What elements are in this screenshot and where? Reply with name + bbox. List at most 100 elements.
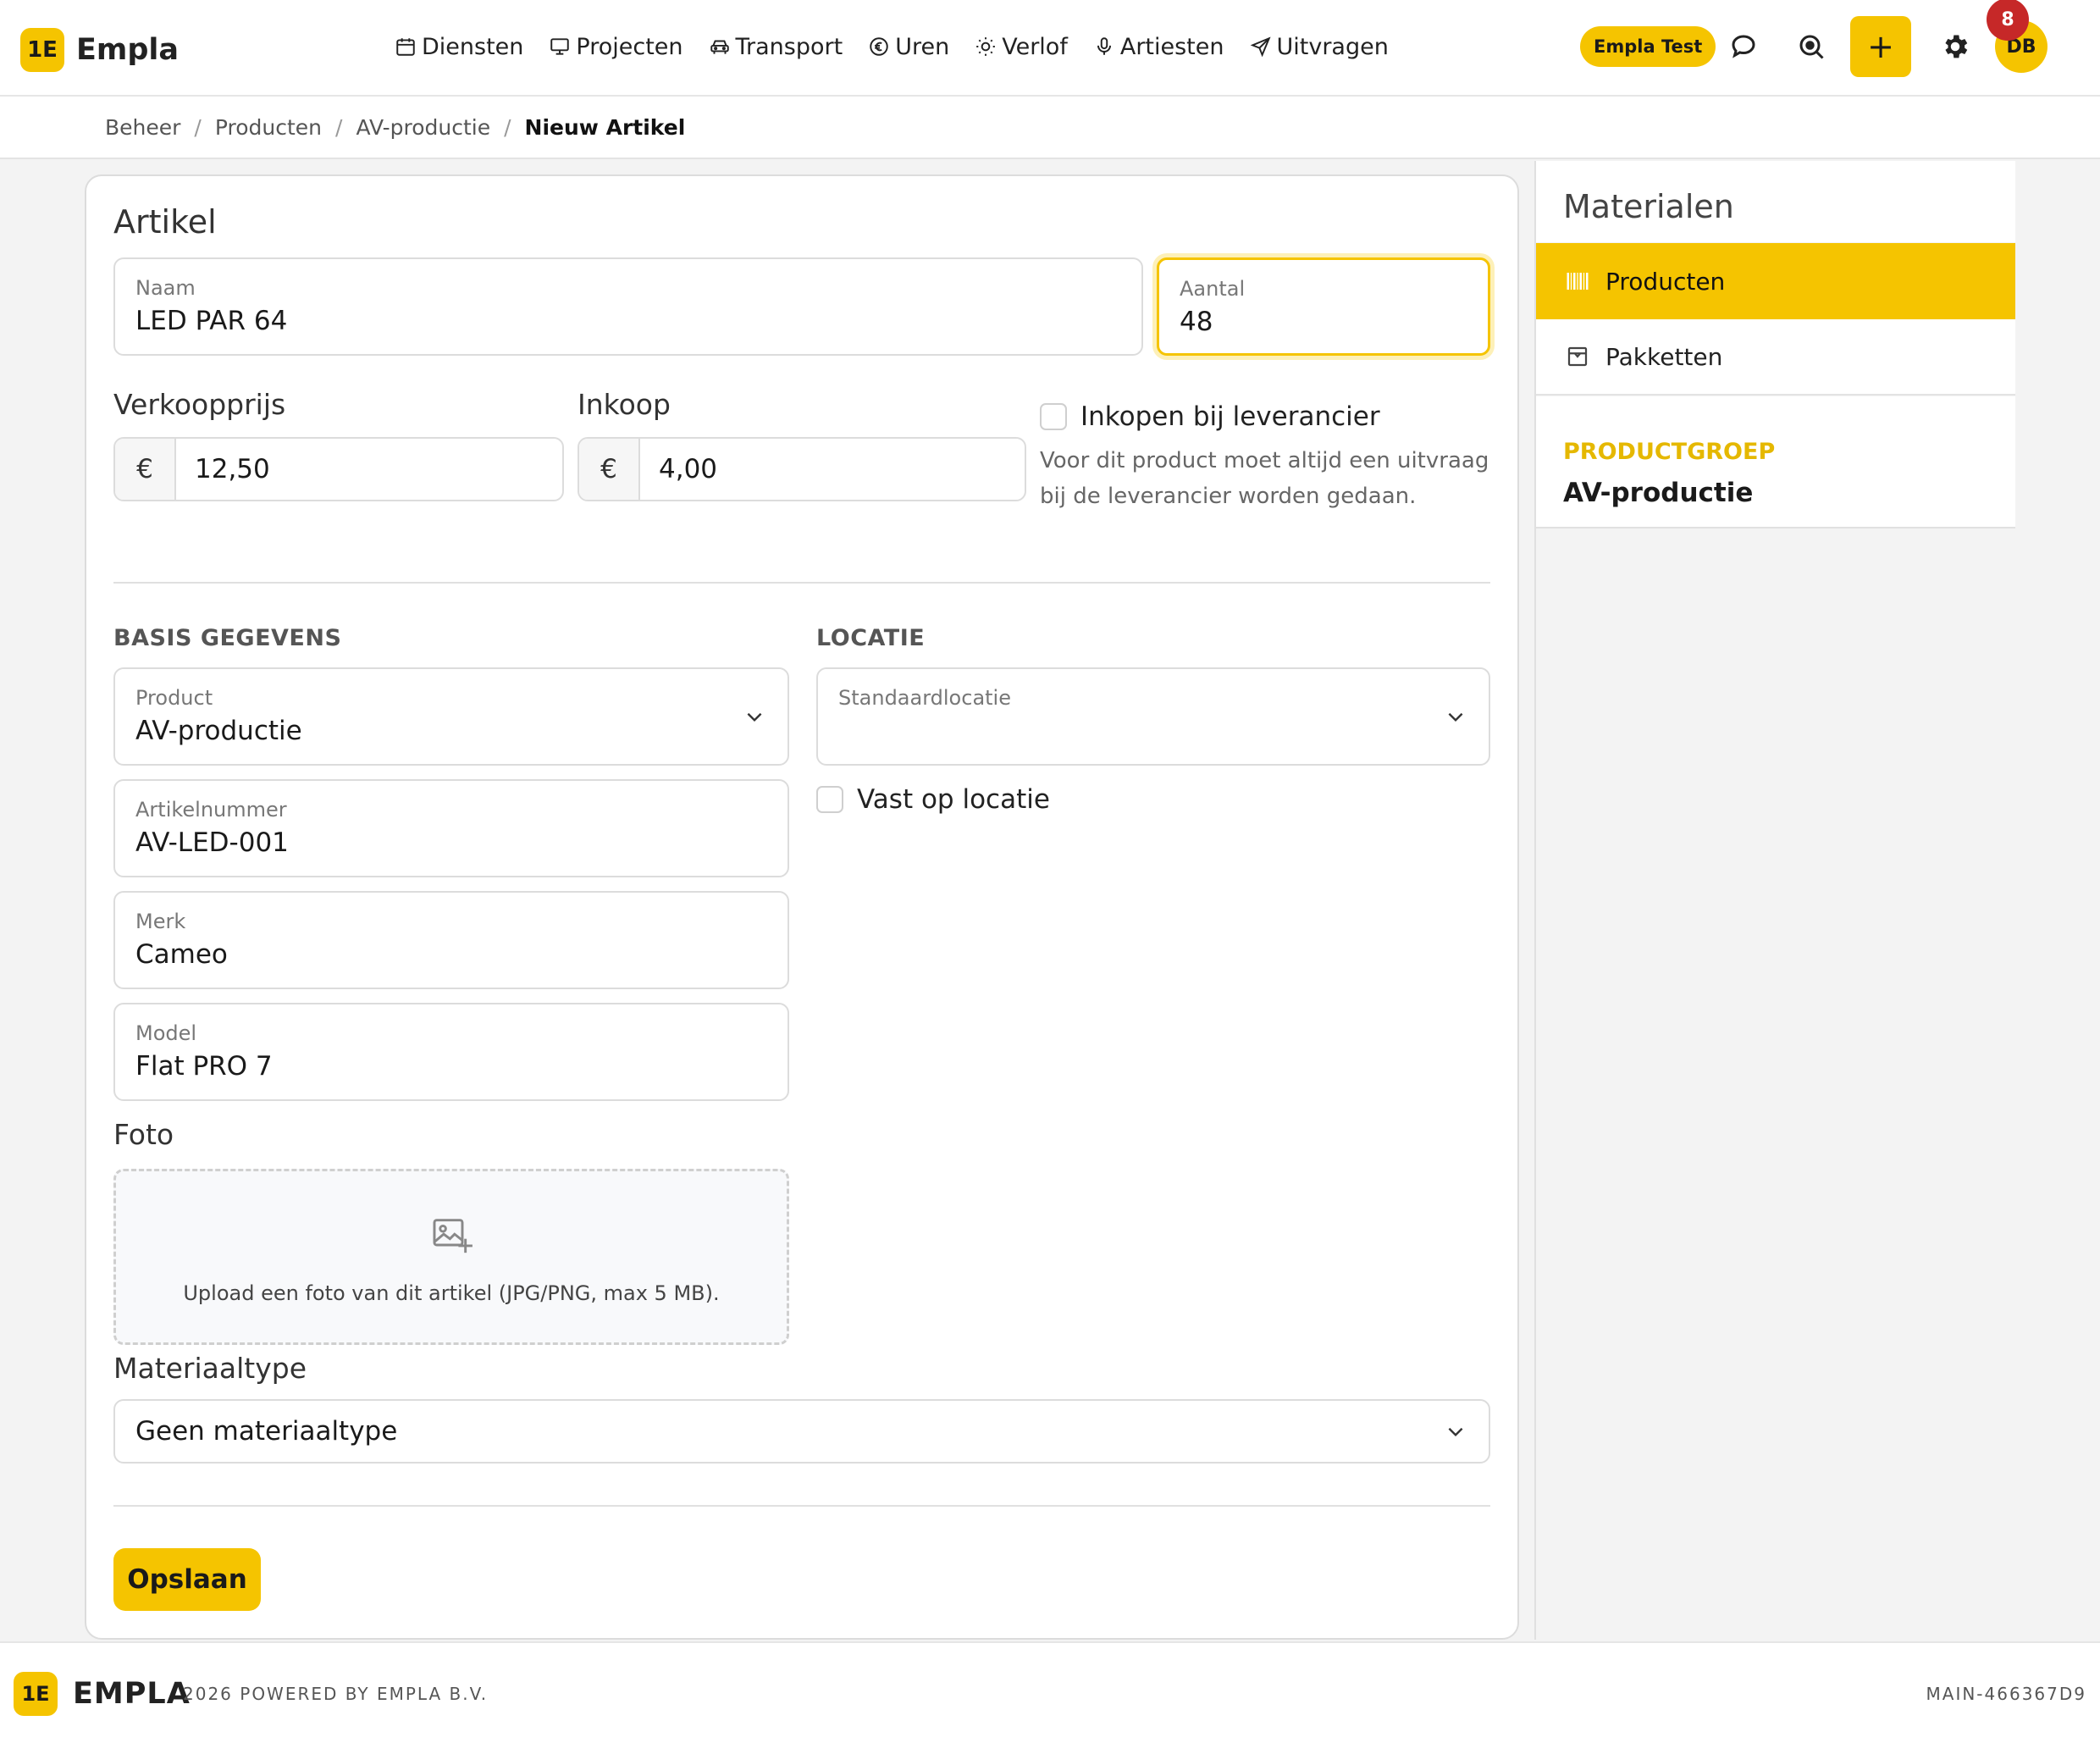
artikelnummer-value: AV-LED-001: [135, 827, 289, 858]
save-button[interactable]: Opslaan: [113, 1548, 261, 1611]
nav-label: Diensten: [422, 33, 524, 60]
model-field[interactable]: Model Flat PRO 7: [113, 1003, 789, 1101]
productgroep-value: AV-productie: [1563, 478, 1754, 508]
chevron-down-icon: [1448, 1427, 1463, 1437]
breadcrumb-separator: /: [194, 115, 202, 140]
search-icon: [1799, 35, 1824, 59]
inkopen-bij-leverancier-checkbox[interactable]: [1040, 403, 1067, 430]
breadcrumb-current: Nieuw Artikel: [524, 115, 686, 140]
nav-item-artiesten[interactable]: Artiesten: [1093, 34, 1224, 60]
footer-logo: 1E EMPLA: [14, 1672, 191, 1716]
sidebar-item-label: Pakketten: [1605, 342, 1723, 371]
logo-badge: 1E: [20, 28, 64, 72]
car-icon: [710, 40, 729, 54]
send-icon: [1250, 36, 1271, 58]
nav-item-diensten[interactable]: Diensten: [395, 34, 523, 60]
vast-op-locatie-checkbox[interactable]: [816, 786, 843, 813]
barcode-icon: [1567, 273, 1589, 290]
nav-item-verlof[interactable]: Verlof: [975, 34, 1068, 60]
breadcrumb-item-producten[interactable]: Producten: [215, 115, 322, 140]
vast-op-locatie-label[interactable]: Vast op locatie: [857, 784, 1050, 815]
add-button[interactable]: +: [1850, 16, 1911, 77]
footer: 1E EMPLA 2026 POWERED BY EMPLA B.V. MAIN…: [0, 1641, 2100, 1754]
inkopen-bij-leverancier-label[interactable]: Inkopen bij leverancier: [1080, 401, 1380, 432]
merk-field[interactable]: Merk Cameo: [113, 891, 789, 989]
sidebar-item-label: Producten: [1605, 267, 1726, 296]
standaardlocatie-select[interactable]: Standaardlocatie: [816, 667, 1490, 766]
nav-label: Transport: [735, 33, 843, 60]
verkoopprijs-input[interactable]: € 12,50: [113, 437, 564, 501]
section-title-artikel: Artikel: [113, 203, 217, 241]
naam-label: Naam: [135, 276, 196, 300]
product-value: AV-productie: [135, 716, 302, 746]
upload-hint: Upload een foto van dit artikel (JPG/PNG…: [183, 1281, 720, 1305]
verkoopprijs-label: Verkoopprijs: [113, 388, 286, 421]
inkopen-help-line-1: Voor dit product moet altijd een uitvraa…: [1040, 448, 1489, 473]
nav-label: Projecten: [576, 33, 683, 60]
monitor-icon: [550, 38, 570, 55]
breadcrumb: Beheer / Producten / AV-productie / Nieu…: [105, 115, 685, 140]
divider: [113, 1505, 1490, 1507]
image-add-icon: [433, 1219, 472, 1253]
inkopen-help-line-2: bij de leverancier worden gedaan.: [1040, 484, 1417, 509]
chat-bubble-icon: [1732, 35, 1755, 58]
sidebar-item-pakketten[interactable]: Pakketten: [1536, 319, 2015, 396]
productgroep-info: PRODUCTGROEP AV-productie: [1536, 396, 2015, 528]
app-logo[interactable]: 1E Empla: [20, 28, 179, 72]
artikelnummer-field[interactable]: Artikelnummer AV-LED-001: [113, 779, 789, 877]
aantal-value: 48: [1180, 307, 1213, 337]
chat-button[interactable]: [1722, 25, 1765, 68]
footer-copyright: 2026 POWERED BY EMPLA B.V.: [183, 1684, 489, 1704]
sun-icon: [976, 37, 996, 56]
currency-prefix: €: [579, 439, 640, 500]
merk-value: Cameo: [135, 939, 228, 970]
artikelnummer-label: Artikelnummer: [135, 798, 287, 822]
merk-label: Merk: [135, 910, 186, 933]
microphone-icon: [1097, 37, 1111, 55]
materiaaltype-select[interactable]: Geen materiaaltype: [113, 1399, 1490, 1464]
aantal-label: Aantal: [1180, 277, 1246, 301]
search-button[interactable]: [1790, 25, 1832, 68]
inkoop-input[interactable]: € 4,00: [578, 437, 1026, 501]
notification-badge[interactable]: 8: [1987, 0, 2029, 41]
nav-item-transport[interactable]: Transport: [709, 34, 843, 60]
nav-label: Uren: [895, 33, 950, 60]
verkoopprijs-value: 12,50: [195, 454, 270, 484]
settings-button[interactable]: [1934, 25, 1976, 68]
main-nav: Diensten Projecten Transport Uren Verlof…: [395, 25, 1414, 68]
materiaaltype-label: Materiaaltype: [113, 1352, 307, 1385]
aantal-field[interactable]: Aantal 48: [1157, 257, 1490, 356]
nav-item-projecten[interactable]: Projecten: [549, 33, 683, 60]
gear-icon: [1945, 35, 1968, 58]
footer-logo-badge: 1E: [14, 1672, 58, 1716]
breadcrumb-item-beheer[interactable]: Beheer: [105, 115, 180, 140]
breadcrumb-separator: /: [335, 115, 343, 140]
photo-upload-dropzone[interactable]: Upload een foto van dit artikel (JPG/PNG…: [113, 1169, 789, 1345]
product-label: Product: [135, 686, 213, 710]
breadcrumb-item-av-productie[interactable]: AV-productie: [356, 115, 490, 140]
naam-value: LED PAR 64: [135, 306, 288, 336]
package-icon: [1567, 346, 1588, 367]
product-select[interactable]: Product AV-productie: [113, 667, 789, 766]
materiaaltype-value: Geen materiaaltype: [135, 1416, 398, 1447]
footer-brand: EMPLA: [73, 1677, 191, 1711]
model-value: Flat PRO 7: [135, 1051, 273, 1082]
chevron-down-icon: [747, 712, 762, 722]
foto-label: Foto: [113, 1118, 174, 1151]
divider: [113, 582, 1490, 584]
top-navigation-bar: 1E Empla Diensten Projecten Transport Ur…: [0, 0, 2100, 97]
build-version: MAIN-466367D9: [1926, 1684, 2086, 1704]
calendar-icon: [396, 38, 415, 56]
environment-badge[interactable]: Empla Test: [1580, 26, 1716, 67]
productgroep-label: PRODUCTGROEP: [1563, 439, 1776, 465]
basis-gegevens-title: BASIS GEGEVENS: [113, 625, 342, 651]
inkoop-value: 4,00: [659, 454, 718, 484]
nav-item-uitvragen[interactable]: Uitvragen: [1250, 34, 1389, 60]
naam-field[interactable]: Naam LED PAR 64: [113, 257, 1143, 356]
sidebar-item-producten[interactable]: Producten: [1536, 243, 2015, 319]
euro-icon: [870, 37, 888, 56]
breadcrumb-bar: Beheer / Producten / AV-productie / Nieu…: [0, 97, 2100, 159]
nav-item-uren[interactable]: Uren: [868, 34, 949, 60]
nav-label: Verlof: [1002, 33, 1068, 60]
currency-prefix: €: [115, 439, 176, 500]
